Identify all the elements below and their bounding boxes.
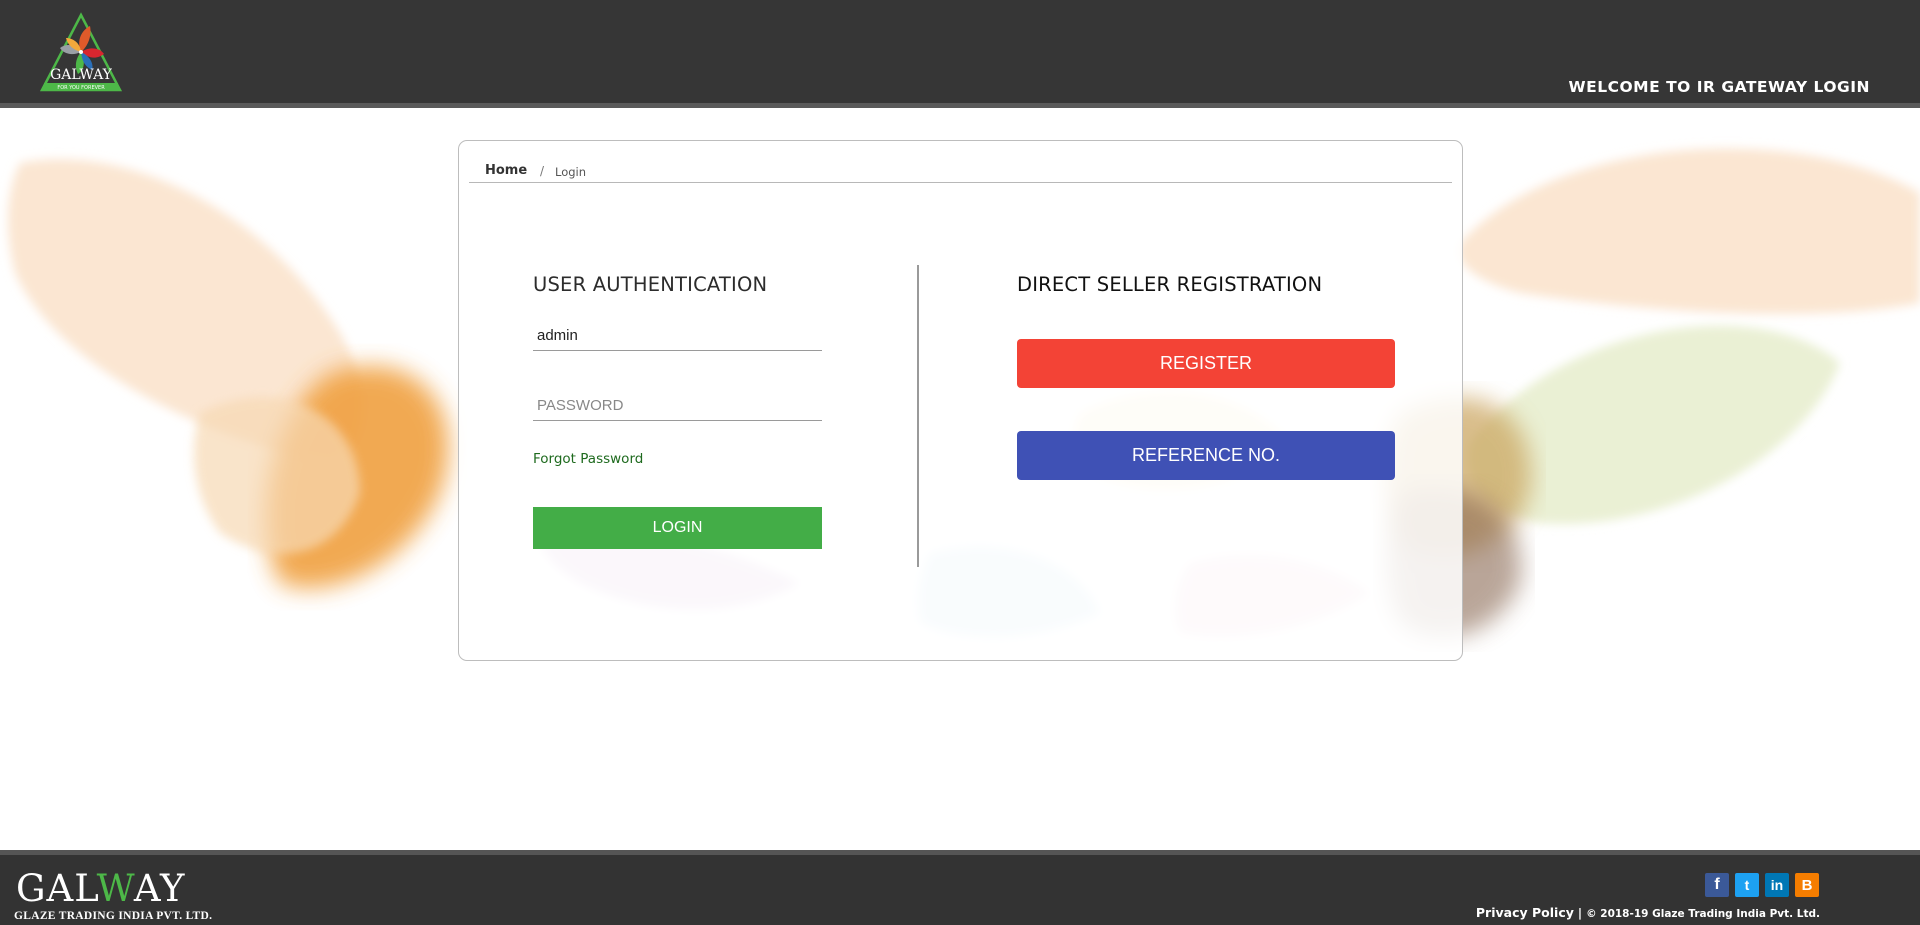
forgot-password-link[interactable]: Forgot Password (533, 451, 643, 467)
password-input[interactable] (533, 391, 822, 421)
breadcrumb-home-link[interactable]: Home (485, 163, 527, 178)
footer-tagline: GLAZE TRADING INDIA PVT. LTD. (14, 910, 213, 922)
galway-logo[interactable]: GALWAY FOR YOU FOREVER (38, 12, 124, 96)
reference-no-button[interactable]: REFERENCE NO. (1017, 431, 1395, 480)
header: GALWAY FOR YOU FOREVER WELCOME TO IR GAT… (0, 0, 1920, 108)
direct-seller-registration-title: DIRECT SELLER REGISTRATION (1017, 273, 1323, 296)
user-authentication-title: USER AUTHENTICATION (533, 273, 768, 296)
breadcrumb-separator: / (540, 164, 545, 178)
footer-links: Privacy Policy | © 2018-19 Glaze Trading… (1476, 905, 1820, 920)
blogger-icon[interactable]: B (1795, 873, 1819, 897)
username-input[interactable] (533, 321, 822, 351)
header-title: WELCOME TO IR GATEWAY LOGIN (1568, 78, 1870, 96)
footer-brand-prefix: GAL (16, 867, 97, 910)
breadcrumb-current: Login (555, 165, 587, 179)
facebook-icon[interactable]: f (1705, 873, 1729, 897)
privacy-policy-link[interactable]: Privacy Policy (1476, 905, 1574, 920)
linkedin-icon[interactable]: in (1765, 873, 1789, 897)
section-divider (917, 265, 919, 567)
login-card: Home / Login USER AUTHENTICATION Forgot … (458, 140, 1463, 661)
breadcrumb: Home / Login (469, 161, 1452, 183)
footer: GALWAY GLAZE TRADING INDIA PVT. LTD. f t… (0, 850, 1920, 925)
login-button[interactable]: LOGIN (533, 507, 822, 549)
footer-brand-w: W (96, 867, 134, 910)
logo-tagline: FOR YOU FOREVER (57, 85, 105, 91)
logo-text: GALWAY (50, 67, 113, 83)
copyright-text: © 2018-19 Glaze Trading India Pvt. Ltd. (1586, 908, 1820, 920)
footer-brand-suffix: AY (133, 867, 186, 910)
footer-separator: | (1577, 906, 1583, 920)
footer-brand: GALWAY (16, 870, 185, 908)
register-button[interactable]: REGISTER (1017, 339, 1395, 388)
twitter-icon[interactable]: t (1735, 873, 1759, 897)
